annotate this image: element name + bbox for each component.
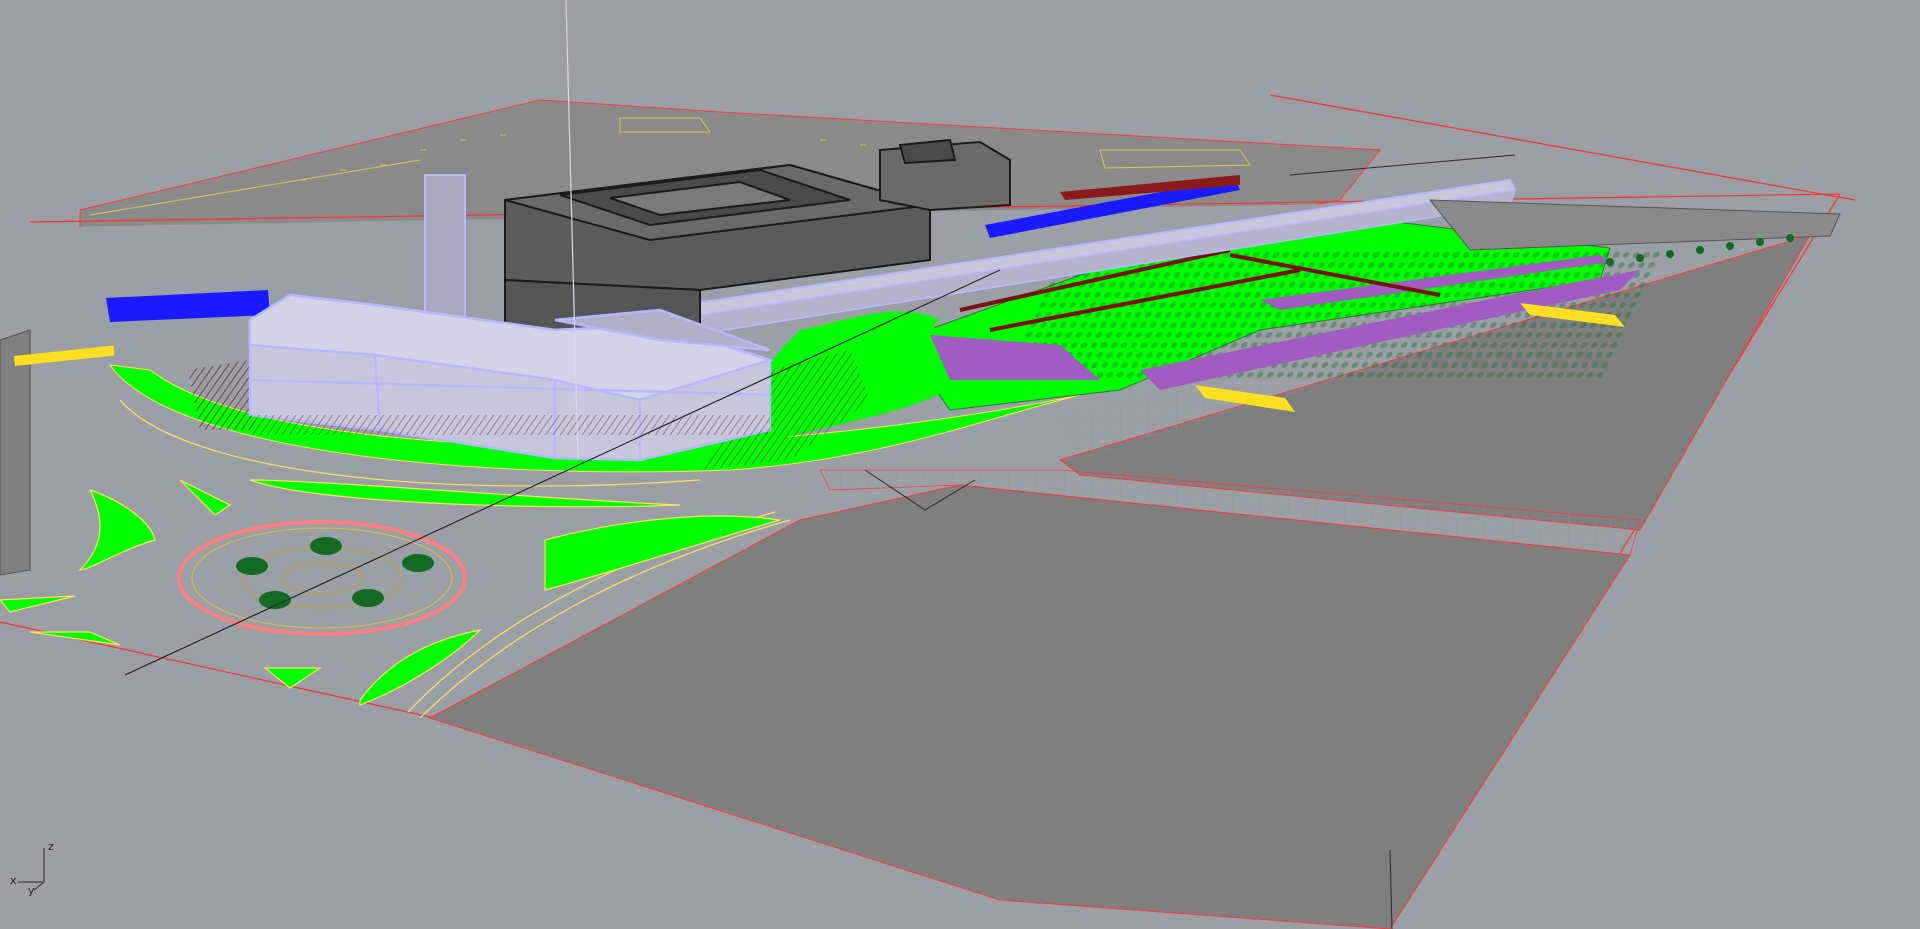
far-edge-line bbox=[1269, 94, 1856, 201]
axis-label-y: y bbox=[28, 884, 35, 897]
hatched-bed-1 bbox=[188, 360, 255, 430]
axis-indicator: z x y bbox=[8, 838, 68, 898]
parcel-left bbox=[0, 329, 31, 576]
roundabout bbox=[177, 520, 467, 636]
3d-viewport[interactable]: z x y bbox=[0, 0, 1920, 929]
axis-label-z: z bbox=[48, 840, 54, 853]
axis-icon bbox=[18, 848, 45, 891]
tower bbox=[424, 174, 466, 326]
axis-label-x: x bbox=[10, 874, 17, 887]
scene-model[interactable] bbox=[0, 0, 1920, 929]
front-building-base bbox=[250, 415, 770, 435]
